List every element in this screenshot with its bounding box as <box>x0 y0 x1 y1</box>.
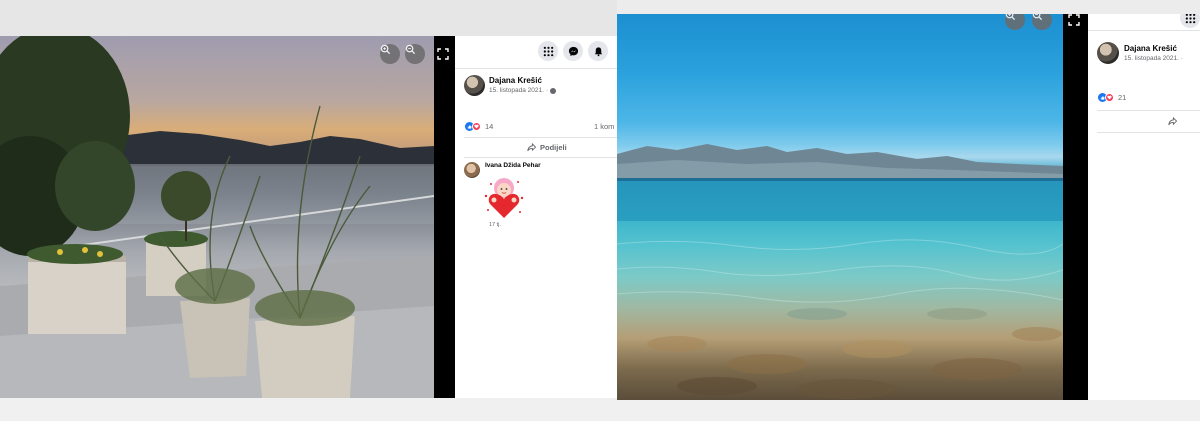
reactions-divider <box>464 137 617 138</box>
share-label: Podijeli <box>540 143 567 152</box>
commenter-avatar[interactable] <box>464 162 480 178</box>
globe-icon <box>550 87 557 94</box>
avatar[interactable] <box>464 75 485 96</box>
right-bottom-bar <box>617 400 1200 421</box>
photo-side-strip <box>1063 14 1088 400</box>
commenter-name[interactable]: Ivana Džida Pehar <box>485 162 541 169</box>
menu-grid-icon[interactable] <box>1180 14 1200 28</box>
right-post-panel: Dajana Krešić 15. listopada 2021. · 21 <box>1088 14 1200 400</box>
terrace-photo-illustration <box>0 36 434 398</box>
right-photo-viewer: Dajana Krešić 15. listopada 2021. · 21 <box>617 0 1200 421</box>
share-icon <box>527 143 536 152</box>
post-date[interactable]: 15. listopada 2021. <box>489 86 544 95</box>
actions-divider <box>1097 132 1200 133</box>
post-author-row: Dajana Krešić 15. listopada 2021. · <box>1097 42 1183 64</box>
messenger-icon[interactable] <box>563 41 583 61</box>
zoom-out-icon[interactable] <box>405 44 425 64</box>
header-divider <box>1088 30 1200 31</box>
love-reaction-icon <box>472 122 481 131</box>
reaction-summary[interactable]: 21 <box>1098 93 1126 102</box>
post-author-row: Dajana Krešić 15. listopada 2021. · <box>464 75 557 96</box>
reaction-count: 14 <box>485 122 494 131</box>
menu-grid-icon[interactable] <box>538 41 558 61</box>
avatar[interactable] <box>1097 42 1119 64</box>
left-bottom-bar <box>0 398 617 421</box>
header-divider <box>455 68 617 69</box>
reaction-icons <box>465 122 481 131</box>
expand-icon[interactable] <box>1068 14 1080 26</box>
share-button[interactable]: Podijeli <box>527 143 567 152</box>
expand-icon[interactable] <box>437 48 449 60</box>
sea-coast-photo[interactable] <box>617 14 1063 400</box>
notifications-bell-icon[interactable] <box>588 41 608 61</box>
reaction-count: 21 <box>1118 93 1127 102</box>
screenshot-composite: Dajana Krešić 15. listopada 2021. · 14 1… <box>0 0 1200 421</box>
comments-count[interactable]: 1 kom <box>594 122 614 131</box>
reaction-icons <box>1098 93 1114 102</box>
reaction-summary[interactable]: 14 <box>465 122 493 131</box>
reactions-divider <box>1097 110 1200 111</box>
post-date-row: 15. listopada 2021. · <box>489 86 557 95</box>
author-name[interactable]: Dajana Krešić <box>1124 44 1183 54</box>
post-date-row: 15. listopada 2021. · <box>1124 54 1183 63</box>
left-photo-viewer: Dajana Krešić 15. listopada 2021. · 14 1… <box>0 0 617 421</box>
comment-time[interactable]: 17 tj. <box>489 222 501 228</box>
heart-hug-sticker <box>484 178 524 218</box>
left-post-panel: Dajana Krešić 15. listopada 2021. · 14 1… <box>455 36 617 398</box>
love-reaction-icon <box>1105 93 1114 102</box>
sea-photo-illustration <box>617 144 1063 399</box>
share-icon <box>1168 117 1177 126</box>
author-name[interactable]: Dajana Krešić <box>489 76 556 86</box>
post-date[interactable]: 15. listopada 2021. · <box>1124 54 1183 63</box>
zoom-in-icon[interactable] <box>380 44 400 64</box>
actions-divider <box>464 157 617 158</box>
photo-side-strip <box>434 36 455 398</box>
terrace-sunset-photo[interactable] <box>0 36 434 398</box>
share-button[interactable] <box>1168 117 1177 126</box>
